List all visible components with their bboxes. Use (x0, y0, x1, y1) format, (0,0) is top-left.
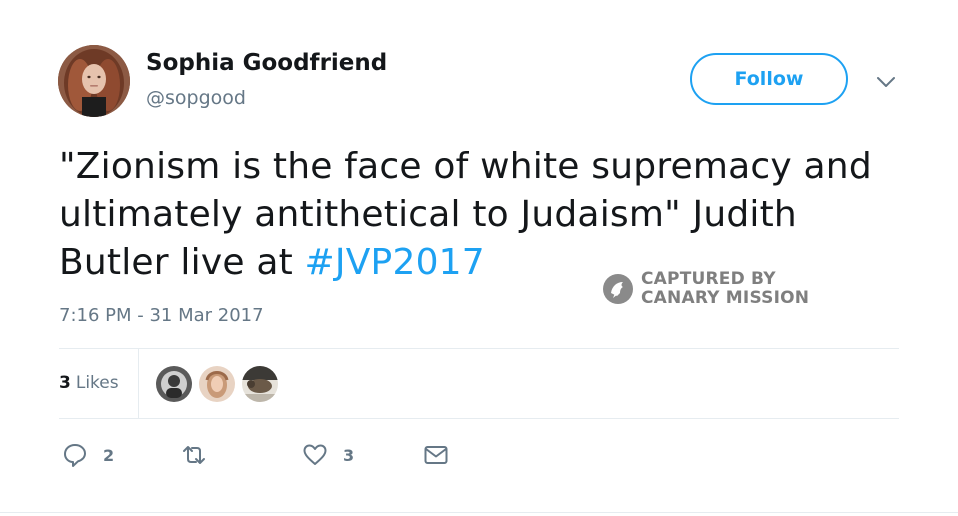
like-button[interactable]: 3 (302, 442, 354, 468)
heart-outline-icon (303, 444, 327, 465)
author-avatar[interactable] (58, 45, 130, 117)
watermark-line-2: CANARY MISSION (641, 288, 810, 308)
hashtag-link[interactable]: #JVP2017 (305, 242, 485, 283)
reply-button[interactable]: 2 (62, 442, 114, 468)
likes-stat[interactable]: 3 Likes (59, 373, 119, 393)
liker-avatar[interactable] (242, 366, 278, 402)
watermark-text: CAPTURED BY CANARY MISSION (641, 270, 809, 308)
speech-bubble-icon (64, 444, 86, 467)
retweet-button[interactable] (181, 442, 222, 468)
tweet-text: "Zionism is the face of white supremacy … (59, 143, 899, 287)
likes-label: Likes (75, 373, 119, 393)
stats-vertical-divider (138, 349, 139, 418)
liker-avatar[interactable] (156, 366, 192, 402)
likes-count: 3 (59, 373, 71, 393)
canary-bird-icon (603, 274, 633, 304)
stats-divider-top (59, 348, 899, 349)
chevron-down-icon[interactable] (874, 70, 898, 94)
watermark-line-1: CAPTURED BY (641, 269, 776, 289)
liker-avatar[interactable] (199, 366, 235, 402)
canary-mission-watermark: CAPTURED BY CANARY MISSION (602, 270, 809, 308)
author-display-name[interactable]: Sophia Goodfriend (146, 50, 387, 76)
reply-count: 2 (103, 445, 115, 465)
author-handle[interactable]: @sopgood (146, 87, 246, 109)
retweet-arrows-icon (183, 446, 205, 464)
actions-divider (59, 418, 899, 419)
tweet-timestamp[interactable]: 7:16 PM - 31 Mar 2017 (59, 305, 264, 326)
like-count: 3 (343, 445, 355, 465)
tweet-card: Sophia Goodfriend @sopgood Follow "Zioni… (0, 0, 958, 513)
direct-message-button[interactable] (423, 442, 449, 468)
envelope-icon (424, 446, 448, 464)
follow-button[interactable]: Follow (690, 53, 848, 105)
